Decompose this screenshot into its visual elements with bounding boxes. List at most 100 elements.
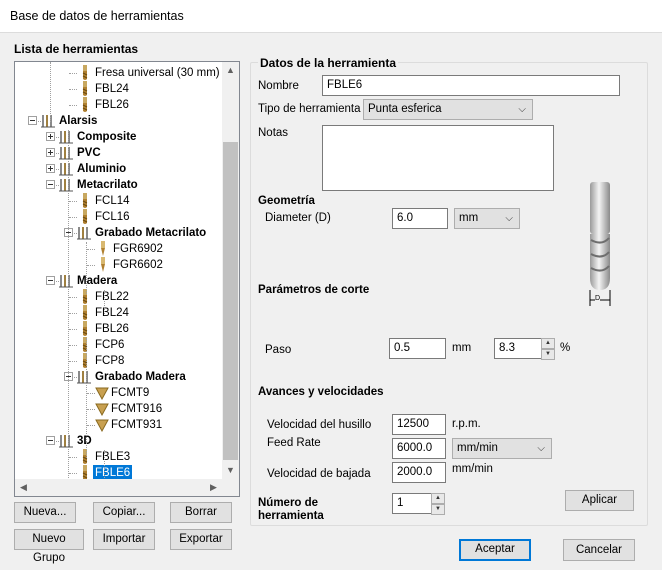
tree-group-item[interactable]: Composite bbox=[15, 129, 225, 145]
tool-type-value: Punta esferica bbox=[368, 103, 442, 115]
feed-rate-input[interactable]: 6000.0 bbox=[392, 438, 446, 459]
tree-tool-item[interactable]: FBL22 bbox=[15, 289, 225, 305]
apply-button[interactable]: Aplicar bbox=[565, 490, 634, 511]
end-mill-icon bbox=[81, 337, 89, 353]
expand-icon[interactable] bbox=[46, 148, 55, 157]
tool-group-icon bbox=[59, 146, 73, 160]
scroll-thumb[interactable] bbox=[223, 142, 238, 460]
tree-item-label: FBL22 bbox=[95, 291, 129, 303]
end-mill-icon bbox=[81, 305, 89, 321]
scroll-left-icon[interactable]: ◀ bbox=[15, 479, 32, 496]
plunge-input[interactable]: 2000.0 bbox=[392, 462, 446, 483]
delete-tool-button[interactable]: Borrar bbox=[170, 502, 232, 523]
tree-connector bbox=[69, 73, 77, 74]
tree-tool-item[interactable]: FCL14 bbox=[15, 193, 225, 209]
title-bar: Base de datos de herramientas bbox=[0, 0, 662, 33]
tool-type-label: Tipo de herramienta bbox=[258, 103, 361, 115]
spin-down-icon[interactable]: ▼ bbox=[541, 349, 555, 360]
tool-number-spinner[interactable]: ▲ ▼ bbox=[431, 493, 445, 515]
tree-tool-item[interactable]: FGR6602 bbox=[15, 257, 225, 273]
step-percent-unit: % bbox=[560, 342, 571, 354]
tree-group-item[interactable]: Grabado Madera bbox=[15, 369, 225, 385]
tree-panel-title: Lista de herramientas bbox=[14, 42, 139, 56]
tool-tree[interactable]: Fresa universal (30 mm) FBL24 FBL26 Alarsis… bbox=[14, 61, 240, 497]
step-label: Paso bbox=[265, 344, 292, 356]
spin-up-icon[interactable]: ▲ bbox=[541, 338, 555, 349]
collapse-icon[interactable] bbox=[46, 276, 55, 285]
tree-tool-item[interactable]: FBL26 bbox=[15, 97, 225, 113]
export-button[interactable]: Exportar bbox=[170, 529, 232, 550]
horizontal-scrollbar[interactable]: ◀ ▶ bbox=[15, 479, 239, 496]
scroll-right-icon[interactable]: ▶ bbox=[205, 479, 222, 496]
step-percent-spinner[interactable]: ▲ ▼ bbox=[541, 338, 555, 360]
tool-group-icon bbox=[59, 130, 73, 144]
expand-icon[interactable] bbox=[46, 132, 55, 141]
tree-group-item[interactable]: 3D bbox=[15, 433, 225, 449]
tree-tool-item[interactable]: FCMT9 bbox=[15, 385, 225, 401]
tree-connector bbox=[69, 217, 77, 218]
details-title: Datos de la herramienta bbox=[258, 56, 399, 70]
tree-tool-item[interactable]: FBL24 bbox=[15, 81, 225, 97]
name-input[interactable]: FBLE6 bbox=[322, 75, 620, 96]
plunge-label: Velocidad de bajada bbox=[267, 468, 371, 480]
tool-number-input[interactable]: 1 bbox=[392, 493, 432, 514]
end-mill-icon bbox=[81, 81, 89, 97]
end-mill-icon bbox=[81, 65, 89, 81]
tree-item-label: FCP8 bbox=[95, 355, 125, 367]
tree-tool-item[interactable]: Fresa universal (30 mm) bbox=[15, 65, 225, 81]
tree-item-label: Grabado Madera bbox=[95, 371, 186, 383]
copy-tool-button[interactable]: Copiar... bbox=[93, 502, 155, 523]
new-group-button[interactable]: Nuevo Grupo bbox=[14, 529, 84, 564]
accept-button[interactable]: Aceptar bbox=[459, 539, 531, 561]
ball-end-mill-diagram-icon bbox=[589, 182, 611, 306]
tree-tool-item[interactable]: FBL24 bbox=[15, 305, 225, 321]
collapse-icon[interactable] bbox=[46, 180, 55, 189]
tree-item-label: FBL24 bbox=[95, 307, 129, 319]
tree-tool-item[interactable]: FCP6 bbox=[15, 337, 225, 353]
tool-type-select[interactable]: Punta esferica ⌵ bbox=[363, 99, 533, 120]
tree-group-item[interactable]: PVC bbox=[15, 145, 225, 161]
engraving-cone-icon bbox=[95, 418, 109, 433]
tree-connector bbox=[69, 105, 77, 106]
vertical-scrollbar[interactable]: ▲ ▼ bbox=[222, 62, 239, 479]
tree-item-label: FGR6902 bbox=[113, 243, 163, 255]
tree-group-item[interactable]: Grabado Metacrilato bbox=[15, 225, 225, 241]
tree-tool-item[interactable]: FGR6902 bbox=[15, 241, 225, 257]
spin-up-icon[interactable]: ▲ bbox=[431, 493, 445, 504]
tree-tool-item[interactable]: FCL16 bbox=[15, 209, 225, 225]
scroll-up-icon[interactable]: ▲ bbox=[222, 62, 239, 79]
new-tool-button[interactable]: Nueva... bbox=[14, 502, 76, 523]
notes-textarea[interactable] bbox=[322, 125, 554, 191]
chevron-down-icon: ⌵ bbox=[505, 213, 513, 224]
tree-tool-item[interactable]: FCMT931 bbox=[15, 417, 225, 433]
tree-guide-line bbox=[86, 242, 87, 294]
spin-down-icon[interactable]: ▼ bbox=[431, 504, 445, 515]
tree-connector bbox=[69, 473, 77, 474]
diameter-unit-value: mm bbox=[459, 212, 479, 224]
tree-tool-item[interactable]: FBL26 bbox=[15, 321, 225, 337]
tree-group-item[interactable]: Aluminio bbox=[15, 161, 225, 177]
tree-item-label: FCMT916 bbox=[111, 403, 163, 415]
tree-item-label: Grabado Metacrilato bbox=[95, 227, 207, 239]
diameter-unit-select[interactable]: mm ⌵ bbox=[454, 208, 520, 229]
tree-tool-item[interactable]: FBLE3 bbox=[15, 449, 225, 465]
feed-rate-unit-select[interactable]: mm/min ⌵ bbox=[452, 438, 552, 459]
collapse-icon[interactable] bbox=[28, 116, 37, 125]
diameter-input[interactable]: 6.0 bbox=[392, 208, 448, 229]
tree-group-item[interactable]: Alarsis bbox=[15, 113, 225, 129]
expand-icon[interactable] bbox=[46, 164, 55, 173]
step-input[interactable]: 0.5 bbox=[389, 338, 446, 359]
tree-item-label: PVC bbox=[77, 147, 101, 159]
tree-group-item[interactable]: Madera bbox=[15, 273, 225, 289]
spindle-input[interactable]: 12500 bbox=[392, 414, 446, 435]
collapse-icon[interactable] bbox=[46, 436, 55, 445]
scroll-down-icon[interactable]: ▼ bbox=[222, 462, 239, 479]
tree-guide-line bbox=[86, 338, 87, 458]
cancel-button[interactable]: Cancelar bbox=[563, 539, 635, 561]
tree-connector bbox=[87, 409, 95, 410]
step-percent-input[interactable]: 8.3 bbox=[494, 338, 542, 359]
tree-group-item[interactable]: Metacrilato bbox=[15, 177, 225, 193]
tree-tool-item[interactable]: FCMT916 bbox=[15, 401, 225, 417]
import-button[interactable]: Importar bbox=[93, 529, 155, 550]
tree-tool-item[interactable]: FCP8 bbox=[15, 353, 225, 369]
